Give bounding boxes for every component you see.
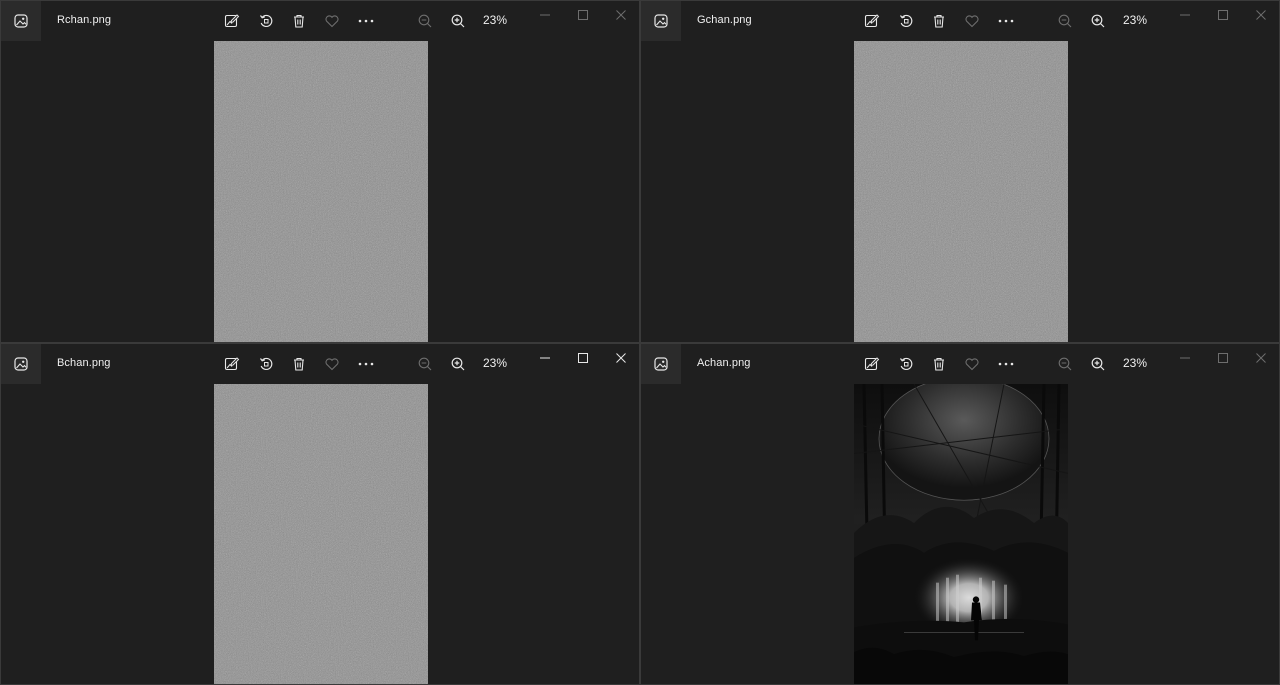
desktop: Rchan.png 23% Gchan.png 23% Bchan.png 23… [0,0,1280,685]
image-noise [854,41,1068,342]
more-options-icon[interactable] [996,11,1016,31]
image-noise [214,41,428,342]
file-name: Rchan.png [57,14,112,26]
maximize-icon[interactable] [575,7,591,23]
zoom-level: 23% [483,13,508,27]
zoom-out-icon[interactable] [415,354,435,374]
zoom-in-icon[interactable] [448,354,468,374]
zoom-in-icon[interactable] [1088,354,1108,374]
more-options-icon[interactable] [356,11,376,31]
trash-icon[interactable] [929,11,949,31]
file-name: Gchan.png [697,14,752,26]
file-name: Bchan.png [57,357,111,369]
trash-icon[interactable] [289,11,309,31]
more-options-icon[interactable] [356,354,376,374]
zoom-out-icon[interactable] [1055,11,1075,31]
edit-image-icon[interactable] [222,11,242,31]
photos-app-icon [641,344,681,384]
titlebar: Gchan.png 23% [641,1,1279,41]
close-icon[interactable] [1253,350,1269,366]
minimize-icon[interactable] [537,350,553,366]
close-icon[interactable] [1253,7,1269,23]
file-name: Achan.png [697,357,751,369]
titlebar: Rchan.png 23% [1,1,639,41]
trash-icon[interactable] [929,354,949,374]
trash-icon[interactable] [289,354,309,374]
image-canvas[interactable] [1,41,639,342]
photos-app-icon [641,1,681,41]
photo-viewer-window-bchan: Bchan.png 23% [0,343,640,685]
edit-image-icon[interactable] [862,11,882,31]
rotate-icon[interactable] [256,354,276,374]
image-canvas[interactable] [1,384,639,684]
heart-icon[interactable] [322,354,342,374]
close-icon[interactable] [613,7,629,23]
more-options-icon[interactable] [996,354,1016,374]
photo-viewer-window-achan: Achan.png 23% [640,343,1280,685]
photo-viewer-window-gchan: Gchan.png 23% [640,0,1280,343]
minimize-icon[interactable] [1177,7,1193,23]
zoom-level: 23% [483,356,508,370]
edit-image-icon[interactable] [222,354,242,374]
heart-icon[interactable] [322,11,342,31]
zoom-level: 23% [1123,356,1148,370]
minimize-icon[interactable] [537,7,553,23]
heart-icon[interactable] [962,354,982,374]
rotate-icon[interactable] [896,354,916,374]
image-canvas[interactable] [641,384,1279,684]
image-artwork [854,384,1068,684]
zoom-out-icon[interactable] [415,11,435,31]
zoom-in-icon[interactable] [448,11,468,31]
image-noise [214,384,428,684]
photos-app-icon [1,1,41,41]
zoom-out-icon[interactable] [1055,354,1075,374]
zoom-in-icon[interactable] [1088,11,1108,31]
rotate-icon[interactable] [896,11,916,31]
edit-image-icon[interactable] [862,354,882,374]
minimize-icon[interactable] [1177,350,1193,366]
heart-icon[interactable] [962,11,982,31]
maximize-icon[interactable] [575,350,591,366]
titlebar: Achan.png 23% [641,344,1279,384]
photos-app-icon [1,344,41,384]
rotate-icon[interactable] [256,11,276,31]
image-canvas[interactable] [641,41,1279,342]
maximize-icon[interactable] [1215,7,1231,23]
maximize-icon[interactable] [1215,350,1231,366]
titlebar: Bchan.png 23% [1,344,639,384]
zoom-level: 23% [1123,13,1148,27]
close-icon[interactable] [613,350,629,366]
photo-viewer-window-rchan: Rchan.png 23% [0,0,640,343]
